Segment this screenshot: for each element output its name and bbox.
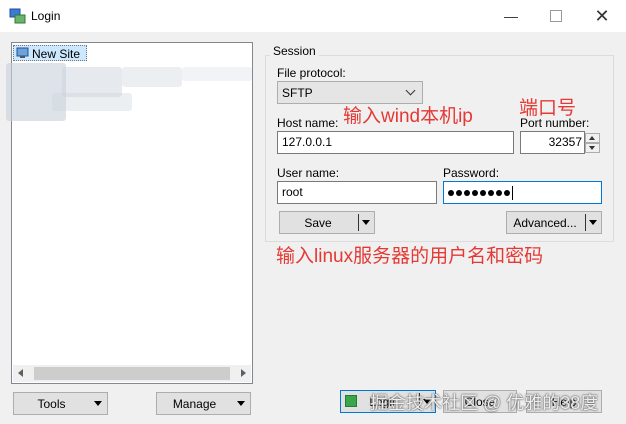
save-label: Save (304, 216, 332, 230)
dropdown-arrow-icon[interactable] (362, 220, 370, 225)
advanced-button[interactable]: Advanced... (506, 211, 602, 234)
host-name-input[interactable]: 127.0.0.1 (277, 131, 514, 154)
maximize-button[interactable] (534, 0, 578, 32)
close-icon: ✕ (594, 5, 610, 26)
manage-label: Manage (172, 397, 217, 411)
spin-up-icon[interactable] (585, 133, 600, 143)
user-name-input[interactable]: root (277, 181, 437, 204)
host-name-label: Host name: (277, 116, 339, 130)
session-group-title: Session (270, 44, 319, 58)
password-dot (456, 189, 462, 196)
new-site-label: New Site (32, 47, 81, 61)
port-number-input[interactable]: 32357 (520, 131, 585, 154)
manage-button[interactable]: Manage (156, 392, 251, 415)
credentials-annotation: 输入linux服务器的用户名和密码 (276, 246, 544, 267)
tools-button[interactable]: Tools (13, 392, 108, 415)
site-tree[interactable]: New Site (6, 42, 253, 384)
minimize-button[interactable]: — (489, 0, 533, 32)
port-spinner[interactable] (585, 133, 601, 154)
scroll-left-icon[interactable] (18, 369, 23, 377)
file-protocol-label: File protocol: (277, 66, 346, 80)
password-label: Password: (443, 166, 500, 180)
user-name-label: User name: (277, 166, 340, 180)
host-annotation: 输入wind本机ip (343, 106, 473, 127)
password-dot (496, 189, 502, 196)
window-title: Login (31, 9, 61, 23)
watermark: 掘金技术社区 @ 优雅的38度 (370, 393, 599, 413)
minimize-icon: — (504, 8, 518, 24)
scroll-thumb[interactable] (34, 367, 230, 380)
file-protocol-value: SFTP (282, 86, 313, 100)
new-site-icon (16, 47, 29, 58)
dropdown-arrow-icon (237, 401, 245, 406)
chevron-down-icon (405, 85, 416, 96)
title-bar: Login — ✕ (0, 0, 626, 32)
spin-down-icon[interactable] (585, 143, 600, 153)
advanced-label: Advanced... (513, 216, 577, 230)
maximize-icon (550, 10, 562, 22)
password-dot (488, 189, 494, 196)
dropdown-arrow-icon (94, 401, 102, 406)
close-window-button[interactable]: ✕ (580, 0, 624, 32)
password-mask (448, 185, 512, 199)
password-dot (504, 189, 510, 196)
winscp-app-icon (9, 8, 26, 24)
dropdown-arrow-icon[interactable] (589, 220, 597, 225)
horizontal-scrollbar[interactable] (13, 365, 251, 382)
password-dot (472, 189, 478, 196)
site-item-new-site[interactable]: New Site (13, 45, 87, 61)
password-input[interactable] (443, 181, 602, 204)
password-dot (480, 189, 486, 196)
password-dot (448, 189, 454, 196)
save-button[interactable]: Save (279, 211, 375, 234)
port-annotation: 端口号 (519, 98, 577, 119)
tools-label: Tools (37, 397, 66, 411)
scroll-right-icon[interactable] (241, 369, 246, 377)
password-dot (464, 189, 470, 196)
text-caret (512, 185, 513, 200)
